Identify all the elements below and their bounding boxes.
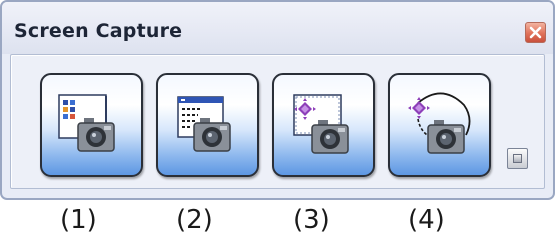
toolbar-content — [10, 54, 545, 189]
close-button[interactable] — [525, 22, 546, 43]
window-title: Screen Capture — [14, 20, 183, 42]
window-camera-icon — [177, 96, 231, 152]
region-camera-icon — [293, 94, 349, 154]
caption-1: (1) — [60, 205, 97, 235]
capture-window-button[interactable] — [156, 73, 259, 177]
title-bar[interactable]: Screen Capture — [2, 2, 553, 54]
options-square-button[interactable] — [507, 148, 528, 169]
freeform-camera-icon — [408, 92, 471, 154]
square-icon — [513, 154, 522, 163]
caption-3: (3) — [293, 205, 330, 235]
caption-4: (4) — [408, 205, 445, 235]
capture-selected-area-button[interactable] — [272, 73, 375, 177]
capture-full-screen-button[interactable] — [40, 73, 143, 177]
capture-freeform-button[interactable] — [388, 73, 491, 177]
screen-capture-toolbar: Screen Capture — [0, 0, 555, 200]
close-icon — [529, 26, 542, 39]
desktop-camera-icon — [58, 94, 115, 152]
caption-2: (2) — [176, 205, 213, 235]
